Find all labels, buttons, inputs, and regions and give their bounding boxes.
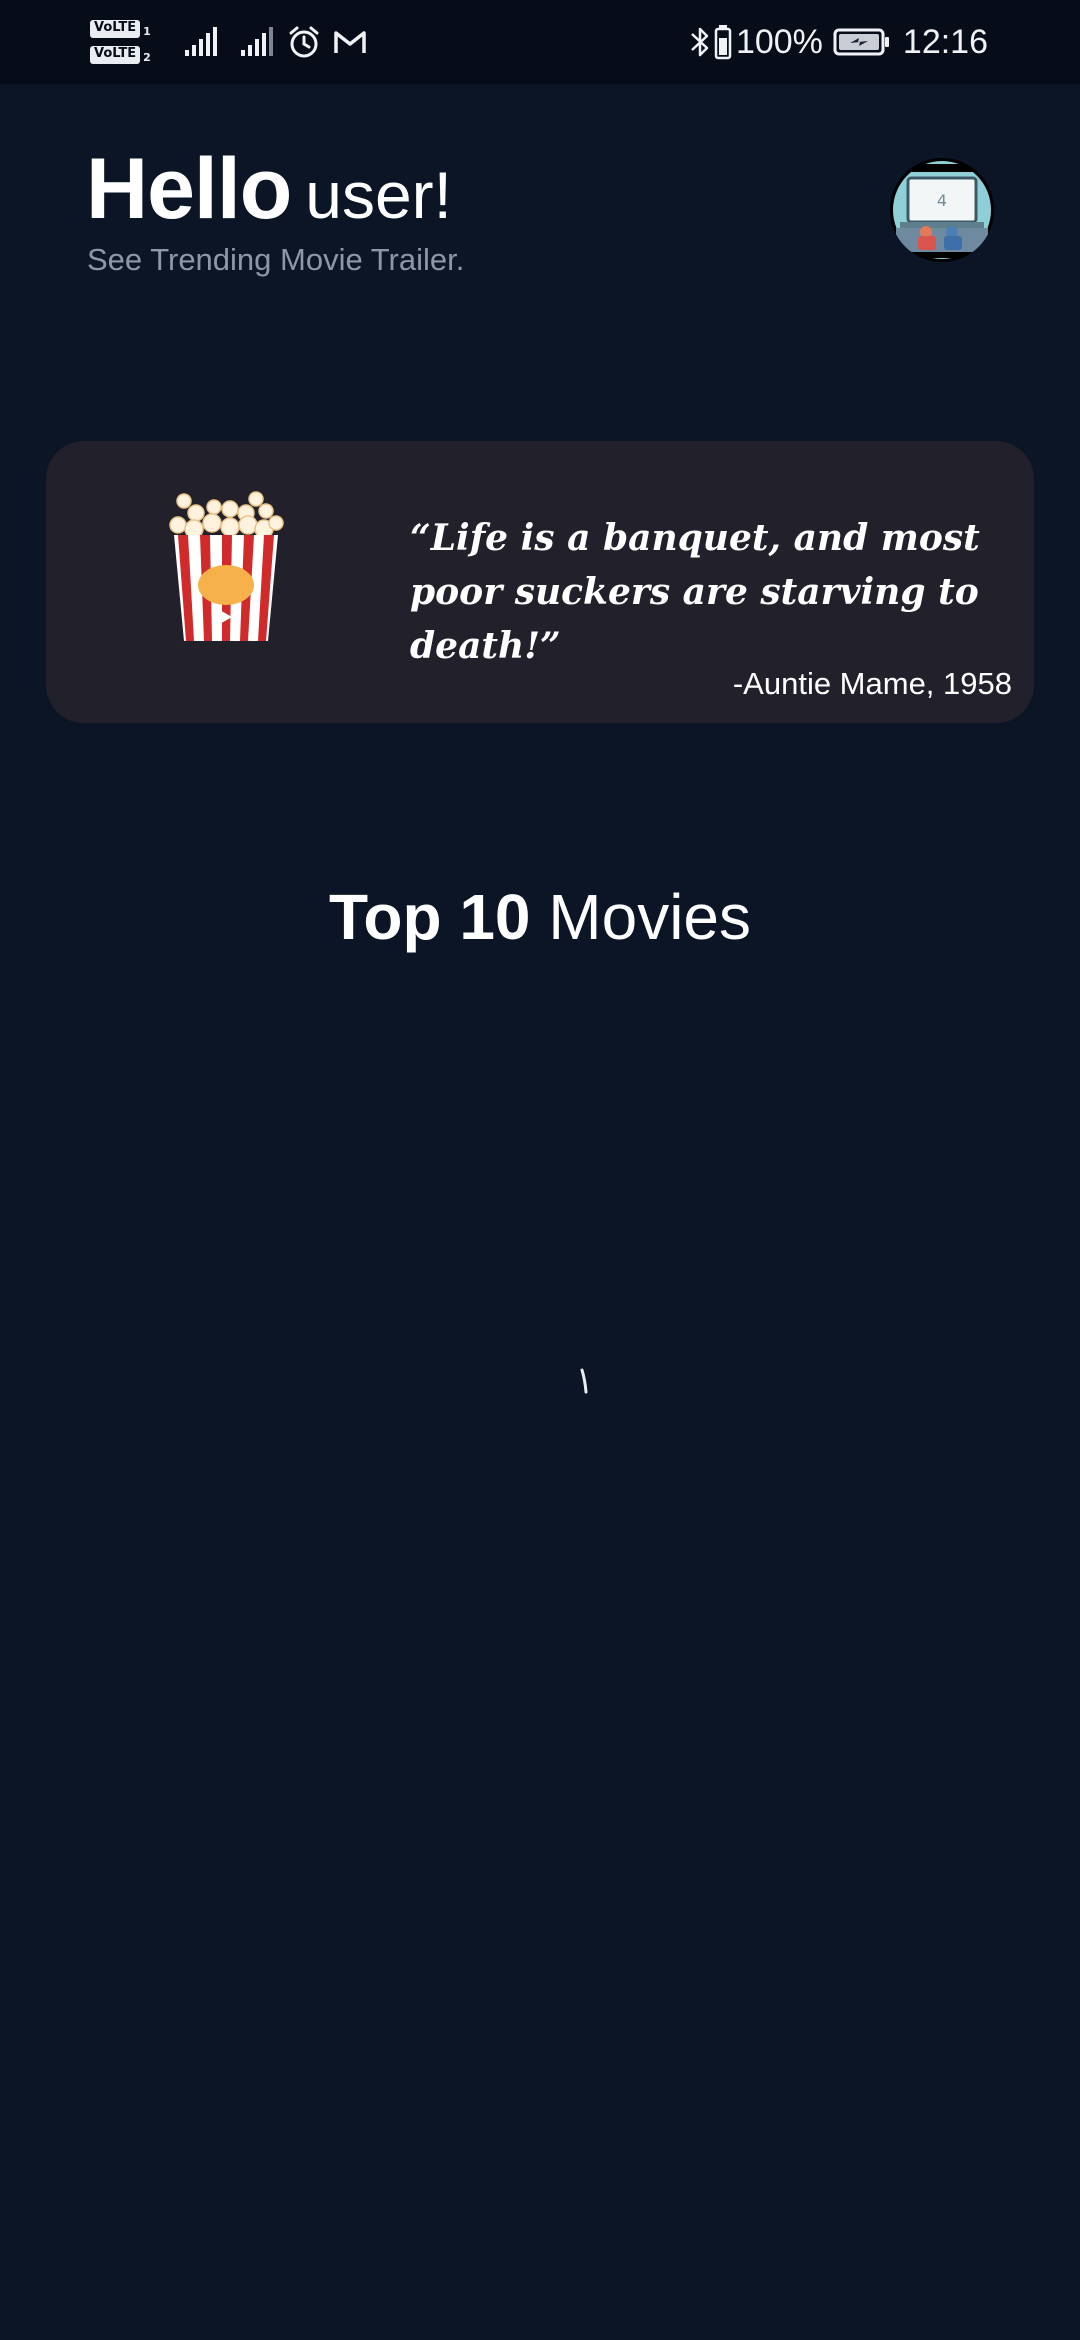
volte-sim2-index: 2	[143, 51, 151, 64]
volte-sim1-index: 1	[143, 25, 151, 38]
charging-battery-icon	[833, 28, 889, 56]
battery-percent: 100%	[735, 22, 823, 61]
loading-spinner-icon	[580, 1368, 588, 1394]
status-bar: VoLTE 1 VoLTE 2 100% 12:16	[0, 0, 1080, 84]
volte-sim1: VoLTE 1	[90, 20, 151, 38]
greeting-hello: Hello	[86, 141, 292, 237]
gmail-icon	[334, 31, 366, 53]
popcorn-icon	[169, 491, 284, 641]
volte-sim2-badge: VoLTE	[90, 46, 141, 64]
section-title-bold: Top 10	[329, 881, 531, 953]
quote-text: “Life is a banquet, and most poor sucker…	[410, 517, 980, 667]
signal-icon	[240, 27, 273, 56]
section-title-light: Movies	[548, 881, 751, 953]
alarm-icon	[289, 26, 319, 58]
svg-text:4: 4	[937, 191, 947, 210]
bluetooth-icon	[691, 27, 709, 57]
greeting-username: user!	[305, 158, 452, 232]
quote-author: -Auntie Mame, 1958	[732, 666, 1012, 701]
status-bar-left: VoLTE 1 VoLTE 2	[90, 12, 367, 72]
clock: 12:16	[902, 22, 988, 61]
greeting: Hello user!	[86, 140, 452, 239]
quote-card: “Life is a banquet, and most poor sucker…	[46, 441, 1034, 723]
profile-avatar[interactable]: 4	[890, 158, 994, 262]
battery-icon	[714, 25, 732, 60]
status-bar-right: 100% 12:16	[688, 12, 988, 72]
volte-sim1-badge: VoLTE	[90, 20, 141, 38]
cinema-illustration-icon: 4	[890, 158, 994, 262]
page-subtitle: See Trending Movie Trailer.	[87, 242, 465, 277]
signal-icon	[184, 27, 217, 56]
section-title: Top 10 Movies	[0, 880, 1080, 954]
volte-sim2: VoLTE 2	[90, 46, 151, 64]
volte-indicators: VoLTE 1 VoLTE 2	[90, 20, 151, 64]
